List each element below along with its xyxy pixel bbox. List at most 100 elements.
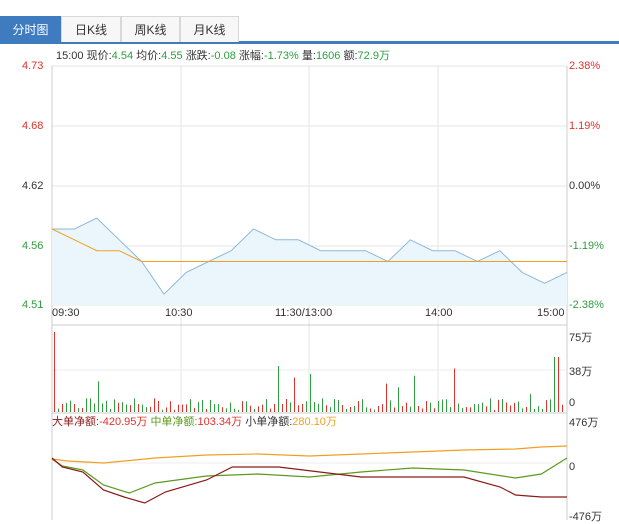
big-order-flow-line <box>51 457 567 504</box>
volume-bar <box>510 405 511 412</box>
volume-bar <box>378 405 379 412</box>
volume-bar <box>490 398 491 412</box>
volume-bar <box>526 406 527 412</box>
volume-bar <box>126 404 127 412</box>
volume-bar <box>186 404 187 412</box>
volume-bar <box>90 398 91 412</box>
volume-bar <box>258 406 259 412</box>
volume-bar <box>106 400 107 412</box>
volume-bar <box>434 408 435 412</box>
volume-bar <box>286 399 287 412</box>
volume-bar <box>154 398 155 412</box>
volume-bar <box>486 406 487 412</box>
volume-bar <box>398 387 399 412</box>
volume-bar <box>210 400 211 412</box>
time-tick-1400: 14:00 <box>425 307 453 319</box>
pct-tick-3: 0.00% <box>569 180 601 192</box>
volume-bar <box>178 404 179 412</box>
volume-bar <box>446 399 447 412</box>
volume-bar <box>478 404 479 412</box>
volume-bar <box>318 403 319 412</box>
volume-bar <box>294 377 295 412</box>
volume-bar <box>146 407 147 412</box>
volume-bar <box>306 401 307 412</box>
volume-bar <box>78 408 79 412</box>
volume-bar <box>158 401 159 412</box>
volume-bar <box>354 406 355 412</box>
volume-bar <box>282 404 283 412</box>
volume-bar <box>326 405 327 412</box>
volume-bar <box>242 401 243 412</box>
volume-bar <box>554 357 555 412</box>
volume-bar <box>558 357 559 412</box>
volume-bar <box>498 399 499 412</box>
volume-bar <box>234 408 235 412</box>
volume-bar <box>438 401 439 412</box>
volume-bar <box>562 404 563 412</box>
volume-bar <box>194 408 195 412</box>
volume-bar <box>222 407 223 412</box>
volume-bar <box>454 368 455 412</box>
volume-bar <box>198 402 199 412</box>
volume-bar <box>414 375 415 412</box>
volume-bar <box>534 409 535 412</box>
volume-bar <box>134 398 135 412</box>
volume-bar <box>342 405 343 412</box>
price-tick-1: 4.73 <box>22 60 44 72</box>
volume-bar <box>362 399 363 412</box>
volume-bar <box>522 408 523 412</box>
volume-bar <box>518 401 519 412</box>
volume-bar <box>418 406 419 412</box>
volume-bar <box>246 401 247 412</box>
volume-bar <box>166 407 167 412</box>
volume-bar <box>338 400 339 412</box>
volume-bar <box>350 407 351 412</box>
volume-bar <box>138 404 139 412</box>
volume-bar <box>374 409 375 412</box>
volume-bar <box>462 408 463 412</box>
volume-bar <box>370 408 371 412</box>
time-tick-1130: 11:30/13:00 <box>275 307 333 319</box>
volume-bar <box>506 402 507 412</box>
volume-bar <box>494 410 495 412</box>
volume-bar <box>442 399 443 412</box>
volume-bar <box>514 402 515 412</box>
volume-bar <box>542 408 543 412</box>
volume-bar <box>206 409 207 412</box>
small-order-flow-line <box>51 445 568 464</box>
pct-tick-5: -2.38% <box>569 299 604 311</box>
volume-bar <box>402 406 403 412</box>
volume-bar <box>278 366 279 412</box>
volume-bar <box>458 403 459 412</box>
volume-bar <box>266 399 267 412</box>
volume-bar <box>214 404 215 412</box>
order-flow-legend: 大单净额:-420.95万 中单净额:103.34万 小单净额:280.10万 <box>52 416 337 428</box>
mid-order-net: 103.34万 <box>197 416 243 428</box>
small-order-net: 280.10万 <box>292 416 337 428</box>
volume-bar <box>450 407 451 412</box>
volume-bar <box>66 402 67 412</box>
volume-bar <box>262 404 263 412</box>
big-order-net: -420.95万 <box>99 416 148 428</box>
volume-bar <box>218 404 219 412</box>
volume-bar <box>250 405 251 412</box>
volume-bar <box>322 398 323 412</box>
volume-bar <box>358 401 359 412</box>
volume-bar <box>550 399 551 412</box>
volume-bar <box>302 404 303 412</box>
volume-bar <box>98 381 99 412</box>
volume-tick-mid: 38万 <box>569 366 593 378</box>
volume-bar <box>254 409 255 412</box>
volume-bar <box>150 406 151 412</box>
volume-bar <box>174 409 175 412</box>
volume-bar <box>430 402 431 412</box>
flow-tick-max: 476万 <box>569 417 599 429</box>
volume-bar <box>230 402 231 412</box>
volume-bar <box>546 400 547 412</box>
pct-tick-4: -1.19% <box>569 240 604 252</box>
flow-tick-zero: 0 <box>569 461 576 473</box>
volume-tick-zero: 0 <box>569 397 576 409</box>
volume-bar <box>482 402 483 412</box>
volume-bar <box>110 409 111 412</box>
volume-bar <box>182 404 183 412</box>
